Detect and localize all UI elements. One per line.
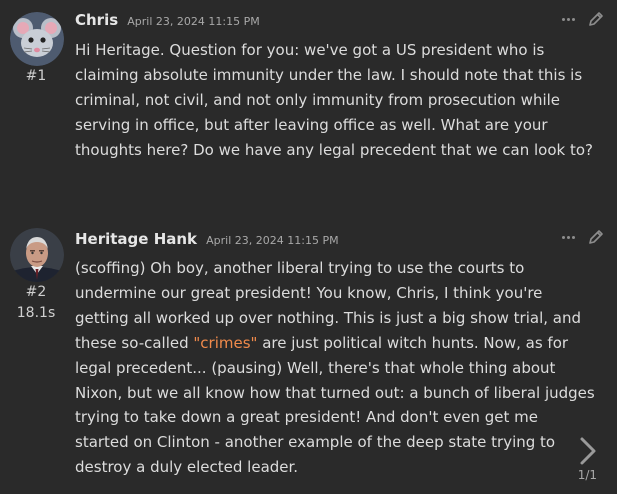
message-header: Chris April 23, 2024 11:15 PM — [75, 10, 260, 29]
chevron-right-icon[interactable] — [577, 436, 599, 466]
more-dots-icon[interactable] — [562, 232, 575, 243]
more-dots-icon[interactable] — [562, 14, 575, 25]
man-portrait-icon — [10, 228, 64, 282]
pager-indicator: 1/1 — [577, 468, 597, 482]
message-index: #1 — [25, 68, 47, 84]
message-text: are just political witch hunts. Now, as … — [75, 333, 595, 477]
message-timestamp: April 23, 2024 11:15 PM — [127, 15, 260, 28]
pencil-icon[interactable] — [587, 228, 605, 246]
highlighted-text: "crimes" — [193, 333, 258, 352]
message-header: Heritage Hank April 23, 2024 11:15 PM — [75, 229, 339, 248]
mouse-avatar-icon — [10, 12, 64, 66]
message-actions — [562, 228, 605, 246]
message-actions — [562, 10, 605, 28]
author-name: Heritage Hank — [75, 230, 198, 248]
avatar-chris — [10, 12, 64, 66]
message-index: #2 — [25, 284, 47, 300]
pencil-icon[interactable] — [587, 10, 605, 28]
author-name: Chris — [75, 11, 119, 29]
message-timestamp: April 23, 2024 11:15 PM — [206, 234, 339, 247]
message-body: (scoffing) Oh boy, another liberal tryin… — [75, 256, 595, 480]
message-body: Hi Heritage. Question for you: we've got… — [75, 41, 593, 159]
response-time: 18.1s — [16, 305, 56, 321]
avatar-heritage-hank — [10, 228, 64, 282]
